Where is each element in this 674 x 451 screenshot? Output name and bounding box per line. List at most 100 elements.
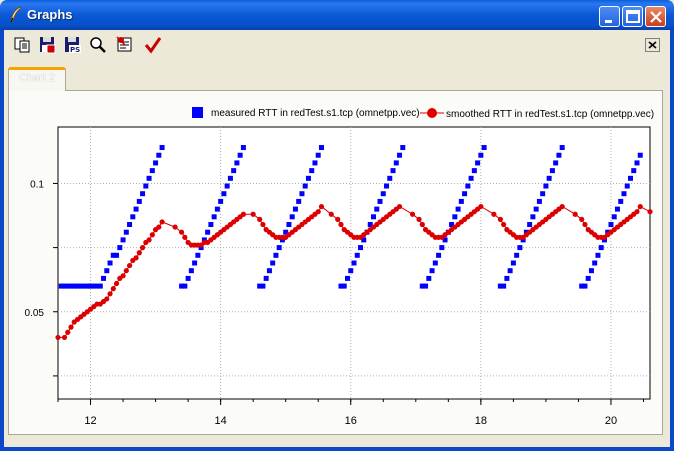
- smoothed-point: [120, 273, 126, 279]
- measured-point: [227, 175, 233, 181]
- measured-point: [595, 252, 601, 258]
- smoothed-point: [139, 245, 146, 251]
- measured-point: [400, 145, 406, 151]
- x-tick-label: 16: [345, 415, 357, 427]
- rtt-chart: 12 14 16 18 20 0.05 0.1: [25, 126, 653, 427]
- measured-point: [585, 275, 591, 281]
- smoothed-point: [179, 229, 185, 235]
- measured-point: [549, 168, 555, 174]
- smoothed-point: [149, 232, 155, 238]
- measured-point: [559, 145, 565, 151]
- measured-point: [429, 268, 435, 274]
- measured-point: [530, 214, 536, 220]
- measured-point: [153, 160, 159, 166]
- measured-point: [592, 260, 598, 266]
- measured-point: [266, 268, 272, 274]
- smoothed-point: [107, 291, 113, 297]
- measured-point: [598, 245, 604, 251]
- smoothed-point: [159, 219, 165, 225]
- measured-point: [517, 245, 523, 251]
- measured-point: [143, 183, 149, 189]
- smoothed-point: [156, 224, 162, 230]
- measured-point: [471, 168, 477, 174]
- measured-point: [146, 175, 152, 181]
- measured-point: [120, 237, 126, 243]
- smoothed-point: [172, 224, 178, 230]
- measured-point: [348, 268, 354, 274]
- measured-point: [536, 198, 542, 204]
- measured-point: [312, 160, 318, 166]
- measured-point: [543, 183, 549, 189]
- measured-point: [514, 252, 520, 258]
- measured-point: [546, 175, 552, 181]
- measured-point: [195, 252, 201, 258]
- measured-point: [127, 222, 133, 228]
- measured-point: [273, 252, 279, 258]
- smoothed-point: [257, 216, 263, 222]
- measured-point: [299, 191, 305, 197]
- smoothed-point: [110, 286, 116, 292]
- measured-point: [481, 145, 487, 151]
- measured-point: [458, 198, 464, 204]
- measured-point: [452, 214, 458, 220]
- measured-point: [305, 175, 311, 181]
- smoothed-point: [182, 234, 188, 240]
- measured-point: [507, 268, 513, 274]
- measured-point: [302, 183, 308, 189]
- measured-point: [426, 275, 432, 281]
- smoothed-point: [55, 334, 61, 341]
- smoothed-point: [126, 262, 133, 269]
- measured-point: [97, 283, 103, 289]
- measured-point: [510, 260, 516, 266]
- measured-point: [439, 245, 445, 251]
- smoothed-point: [133, 255, 139, 261]
- measured-point: [384, 183, 390, 189]
- measured-point: [140, 191, 146, 197]
- measured-point: [432, 260, 438, 266]
- smoothed-point: [647, 209, 653, 215]
- measured-point: [611, 214, 617, 220]
- measured-point: [504, 275, 510, 281]
- measured-point: [627, 175, 633, 181]
- smoothed-point: [136, 250, 142, 256]
- measured-point: [637, 152, 643, 158]
- smoothed-point: [250, 211, 256, 217]
- measured-point: [214, 206, 220, 212]
- measured-point: [117, 245, 123, 251]
- measured-point: [527, 222, 533, 228]
- smoothed-point: [501, 221, 507, 228]
- smoothed-point: [634, 209, 640, 215]
- measured-point: [286, 222, 292, 228]
- measured-point: [289, 214, 295, 220]
- x-tick-label: 12: [84, 415, 96, 427]
- measured-point: [263, 275, 269, 281]
- measured-point: [374, 206, 380, 212]
- x-tick-label: 18: [475, 415, 487, 427]
- measured-point: [231, 168, 237, 174]
- measured-point: [354, 252, 360, 258]
- measured-point: [533, 206, 539, 212]
- measured-point: [631, 168, 637, 174]
- measured-point: [540, 191, 546, 197]
- measured-point: [234, 160, 240, 166]
- measured-point: [318, 145, 324, 151]
- measured-point: [462, 191, 468, 197]
- smoothed-point: [318, 203, 325, 210]
- smoothed-point: [338, 221, 344, 228]
- measured-point: [224, 183, 230, 189]
- smoothed-point: [123, 268, 129, 274]
- measured-point: [358, 245, 364, 251]
- measured-point: [192, 260, 198, 266]
- measured-point: [582, 283, 588, 289]
- measured-point: [621, 191, 627, 197]
- measured-point: [101, 275, 107, 281]
- measured-point: [468, 175, 474, 181]
- measured-point: [371, 214, 377, 220]
- measured-point: [208, 222, 214, 228]
- measured-point: [104, 268, 110, 274]
- measured-point: [159, 145, 165, 151]
- measured-point: [260, 283, 266, 289]
- measured-point: [149, 168, 155, 174]
- measured-point: [588, 268, 594, 274]
- measured-point: [608, 222, 614, 228]
